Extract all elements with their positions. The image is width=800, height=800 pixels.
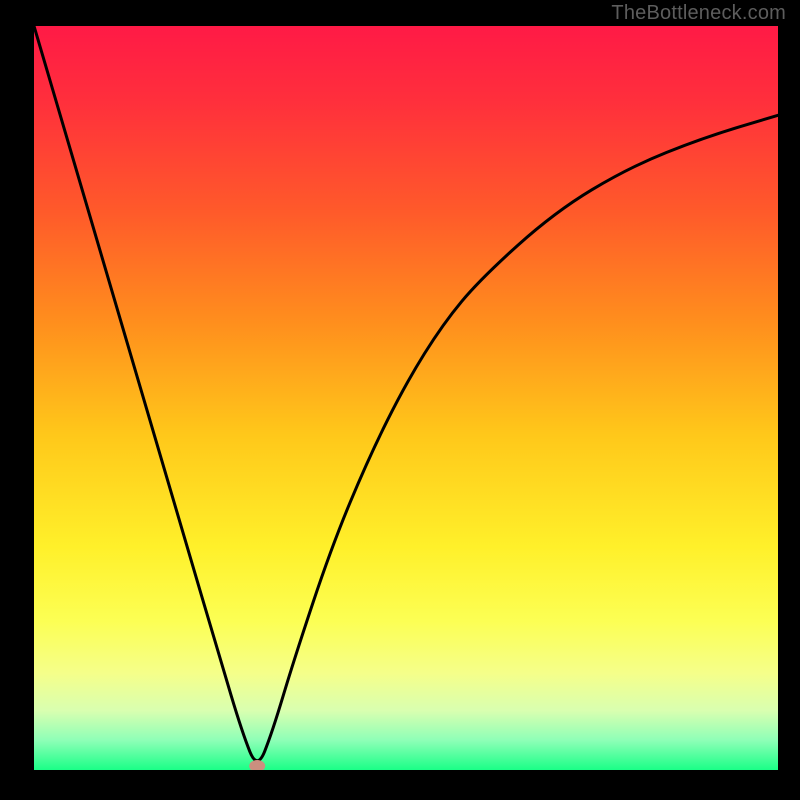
gradient-background [34,26,778,770]
bottleneck-curve-chart [34,26,778,770]
chart-frame: TheBottleneck.com [0,0,800,800]
plot-area [34,26,778,770]
watermark-text: TheBottleneck.com [611,2,786,25]
